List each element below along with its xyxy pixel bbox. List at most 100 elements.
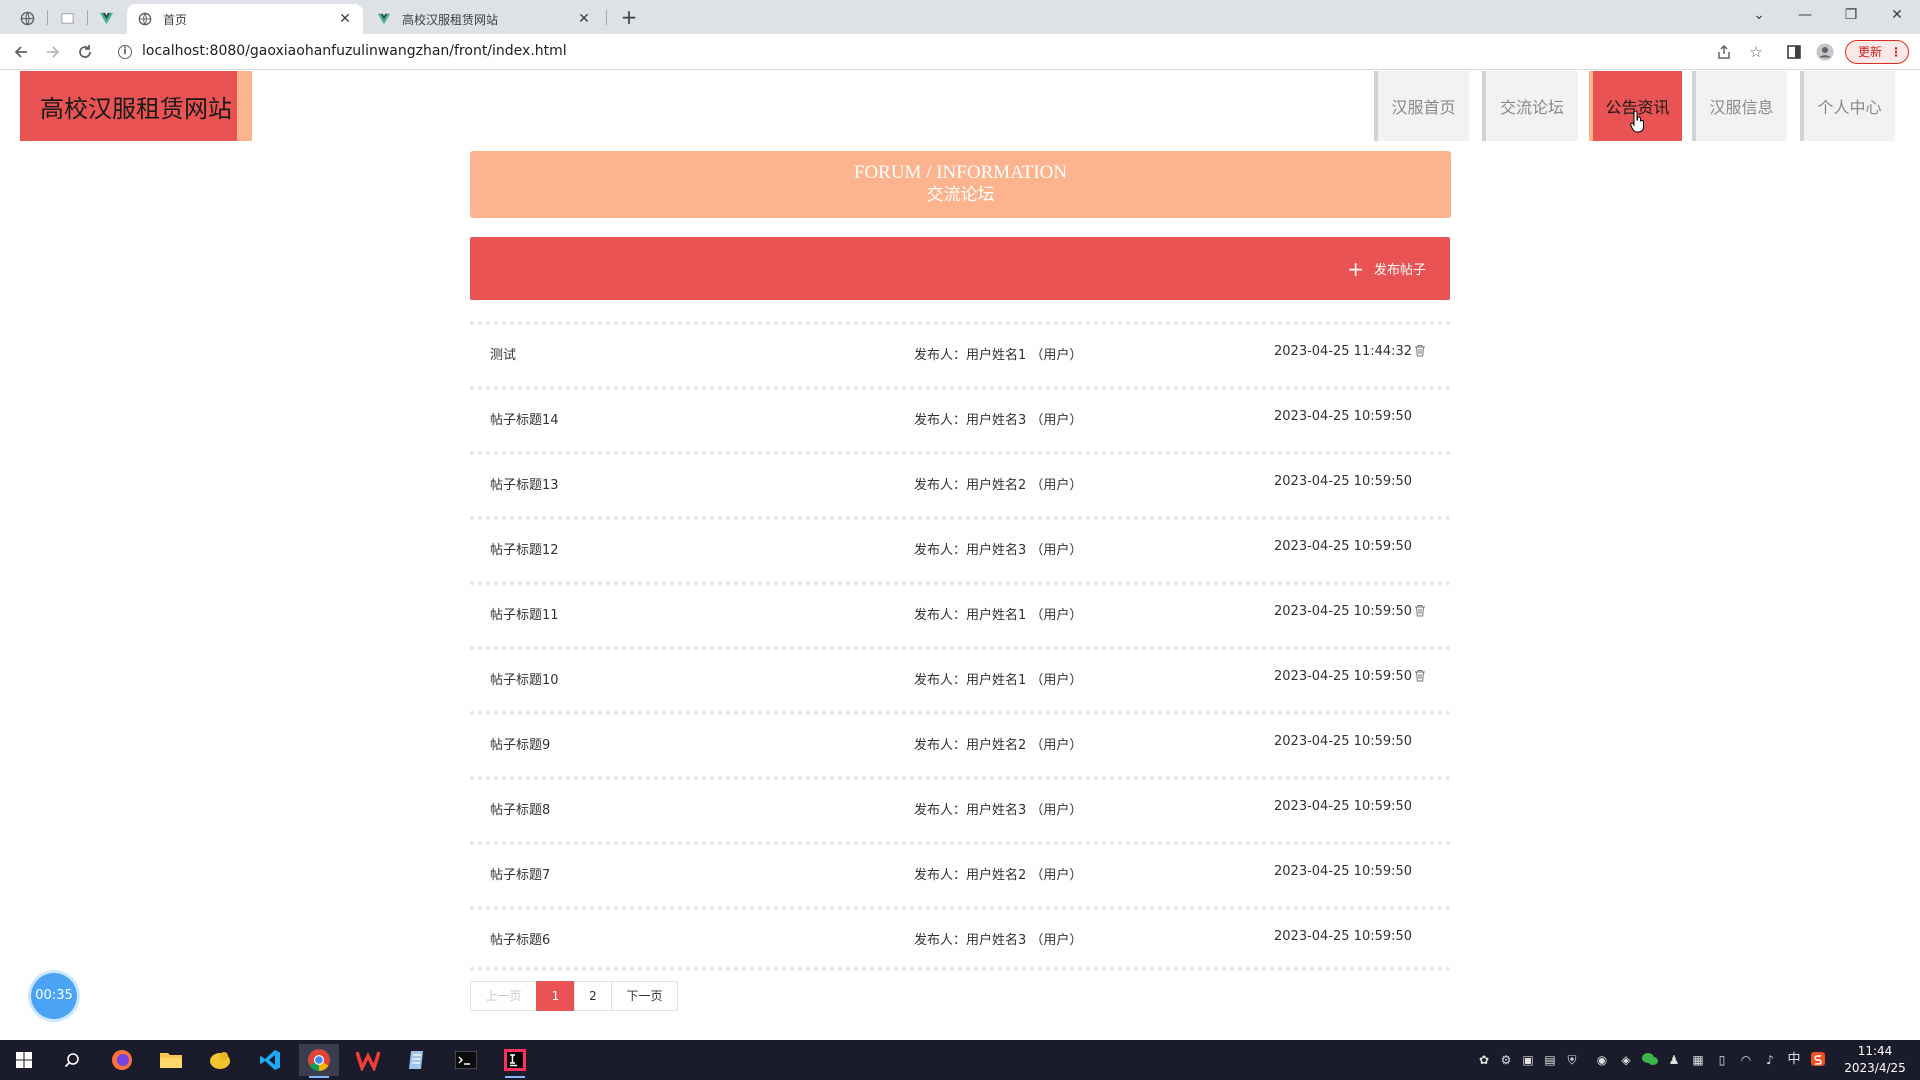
sogou-icon[interactable] (1810, 1052, 1826, 1068)
browser-update-button[interactable]: 更新 ⋮ (1845, 40, 1909, 64)
taskbar-clock[interactable]: 11:44 2023/4/25 (1840, 1043, 1910, 1077)
taskbar-intellij[interactable] (495, 1044, 535, 1078)
profile-avatar-icon[interactable] (1813, 40, 1837, 64)
post-title[interactable]: 帖子标题8 (490, 799, 550, 818)
taskbar-chrome[interactable] (299, 1044, 339, 1078)
post-author: 发布人：用户姓名2 （用户） (914, 868, 1083, 883)
post-title[interactable]: 帖子标题7 (490, 864, 550, 883)
post-title[interactable]: 帖子标题12 (490, 539, 559, 558)
reload-button[interactable] (72, 39, 98, 65)
next-page-button[interactable]: 下一页 (611, 981, 678, 1011)
restore-button[interactable]: ❐ (1828, 0, 1874, 30)
post-row[interactable]: 帖子标题12 发布人：用户姓名3 （用户） 2023-04-25 10:59:50 (470, 516, 1451, 581)
post-action-bar: + 发布帖子 (470, 237, 1450, 300)
post-author: 发布人：用户姓名3 （用户） (914, 933, 1083, 948)
delete-trash-icon[interactable] (1414, 344, 1426, 357)
tray-app-icon[interactable]: ◉ (1594, 1052, 1610, 1068)
publish-post-button[interactable]: + 发布帖子 (1347, 259, 1426, 279)
search-button[interactable] (52, 1044, 92, 1076)
wechat-icon[interactable] (1642, 1052, 1658, 1068)
delete-trash-icon[interactable] (1414, 604, 1426, 617)
hand-cursor-icon (1630, 111, 1644, 133)
post-title[interactable]: 帖子标题13 (490, 474, 559, 493)
tray-app-icon[interactable]: ◈ (1618, 1052, 1634, 1068)
post-title[interactable]: 帖子标题11 (490, 604, 559, 623)
notes-icon (409, 1051, 423, 1069)
address-bar-url[interactable]: localhost:8080/gaoxiaohanfuzulinwangzhan… (142, 43, 567, 59)
update-label: 更新 (1858, 45, 1883, 59)
post-title[interactable]: 帖子标题10 (490, 669, 559, 688)
taskbar-file-explorer[interactable] (151, 1044, 191, 1076)
minimize-button[interactable]: — (1782, 0, 1828, 30)
volume-icon[interactable]: ♪ (1762, 1052, 1778, 1068)
wifi-icon[interactable]: ◠ (1738, 1052, 1754, 1068)
close-tab-icon[interactable]: ✕ (337, 11, 353, 27)
windows-taskbar: ✿ ⚙ ▣ ▤ ⛨ ◉ ◈ ♟ ▦ ▯ ◠ ♪ 中 11:44 2023/4/2… (0, 1040, 1920, 1080)
start-button[interactable] (4, 1044, 44, 1076)
pinned-tab-globe[interactable] (11, 5, 43, 31)
nav-item-hanfu-home[interactable]: 汉服首页 (1374, 71, 1469, 141)
tab-site[interactable]: 高校汉服租赁网站 ✕ (366, 4, 602, 34)
taskbar-terminal[interactable] (446, 1044, 486, 1076)
nav-item-forum[interactable]: 交流论坛 (1482, 71, 1578, 141)
taskbar-wps[interactable] (348, 1044, 388, 1076)
tab-home[interactable]: 首页 ✕ (127, 4, 363, 34)
nav-item-announcements[interactable]: 公告资讯 (1589, 71, 1682, 141)
tab-search-icon[interactable]: ⌄ (1736, 0, 1782, 30)
post-time: 2023-04-25 10:59:50 (1274, 539, 1413, 554)
post-author: 发布人：用户姓名2 （用户） (914, 738, 1083, 753)
browser-toolbar: i localhost:8080/gaoxiaohanfuzulinwangzh… (0, 34, 1920, 70)
page-1-button[interactable]: 1 (536, 981, 575, 1011)
site-logo[interactable]: 高校汉服租赁网站 (20, 71, 252, 141)
taskbar-app-yellow[interactable] (200, 1044, 240, 1076)
post-row[interactable]: 帖子标题14 发布人：用户姓名3 （用户） 2023-04-25 10:59:50 (470, 386, 1451, 451)
tray-app-icon[interactable]: ▤ (1542, 1052, 1558, 1068)
post-time: 2023-04-25 10:59:50 (1274, 474, 1413, 489)
recording-timer[interactable]: 00:35 (31, 973, 77, 1019)
close-tab-icon[interactable]: ✕ (576, 11, 592, 27)
taskbar-notes[interactable] (397, 1044, 437, 1076)
forward-button[interactable] (40, 39, 66, 65)
taskbar-firefox[interactable] (102, 1044, 142, 1076)
site-info-icon[interactable]: i (118, 45, 132, 59)
post-author: 发布人：用户姓名1 （用户） (914, 673, 1083, 688)
delete-trash-icon[interactable] (1414, 669, 1426, 682)
tray-app-icon[interactable]: ▦ (1690, 1052, 1706, 1068)
post-title[interactable]: 帖子标题6 (490, 929, 550, 948)
new-tab-button[interactable]: + (616, 5, 642, 31)
back-button[interactable] (8, 39, 34, 65)
folder-icon (160, 1053, 182, 1068)
tray-app-icon[interactable]: ⚙ (1498, 1052, 1514, 1068)
post-title[interactable]: 帖子标题14 (490, 409, 559, 428)
post-row[interactable]: 帖子标题6 发布人：用户姓名3 （用户） 2023-04-25 10:59:50 (470, 906, 1451, 971)
post-title[interactable]: 测试 (490, 344, 516, 363)
post-row[interactable]: 帖子标题10 发布人：用户姓名1 （用户） 2023-04-25 10:59:50 (470, 646, 1451, 711)
post-row[interactable]: 测试 发布人：用户姓名1 （用户） 2023-04-25 11:44:32 (470, 321, 1451, 386)
tray-app-icon[interactable]: ✿ (1476, 1052, 1492, 1068)
taskbar-vscode[interactable] (250, 1044, 290, 1076)
pinned-tab-vue[interactable] (90, 5, 122, 31)
nav-item-hanfu-info[interactable]: 汉服信息 (1692, 71, 1787, 141)
wps-icon (356, 1051, 380, 1071)
prev-page-button[interactable]: 上一页 (470, 981, 537, 1011)
post-row[interactable]: 帖子标题8 发布人：用户姓名3 （用户） 2023-04-25 10:59:50 (470, 776, 1451, 841)
qq-icon[interactable]: ♟ (1666, 1052, 1682, 1068)
shield-icon[interactable]: ⛨ (1564, 1052, 1580, 1068)
post-row[interactable]: 帖子标题7 发布人：用户姓名2 （用户） 2023-04-25 10:59:50 (470, 841, 1451, 906)
battery-icon[interactable]: ▯ (1714, 1052, 1730, 1068)
close-window-button[interactable]: ✕ (1874, 0, 1920, 30)
tab-title: 高校汉服租赁网站 (402, 12, 499, 27)
nav-item-personal-center[interactable]: 个人中心 (1800, 71, 1895, 141)
tray-app-icon[interactable]: ▣ (1520, 1052, 1536, 1068)
side-panel-icon[interactable] (1782, 40, 1806, 64)
page-2-button[interactable]: 2 (574, 981, 612, 1011)
ime-indicator[interactable]: 中 (1786, 1052, 1802, 1068)
forum-banner: FORUM / INFORMATION 交流论坛 (470, 151, 1451, 218)
share-icon[interactable] (1712, 40, 1736, 64)
pinned-tab-blank[interactable] (51, 5, 83, 31)
post-row[interactable]: 帖子标题9 发布人：用户姓名2 （用户） 2023-04-25 10:59:50 (470, 711, 1451, 776)
post-title[interactable]: 帖子标题9 (490, 734, 550, 753)
post-row[interactable]: 帖子标题13 发布人：用户姓名2 （用户） 2023-04-25 10:59:50 (470, 451, 1451, 516)
post-row[interactable]: 帖子标题11 发布人：用户姓名1 （用户） 2023-04-25 10:59:50 (470, 581, 1451, 646)
bookmark-star-icon[interactable]: ☆ (1744, 40, 1768, 64)
